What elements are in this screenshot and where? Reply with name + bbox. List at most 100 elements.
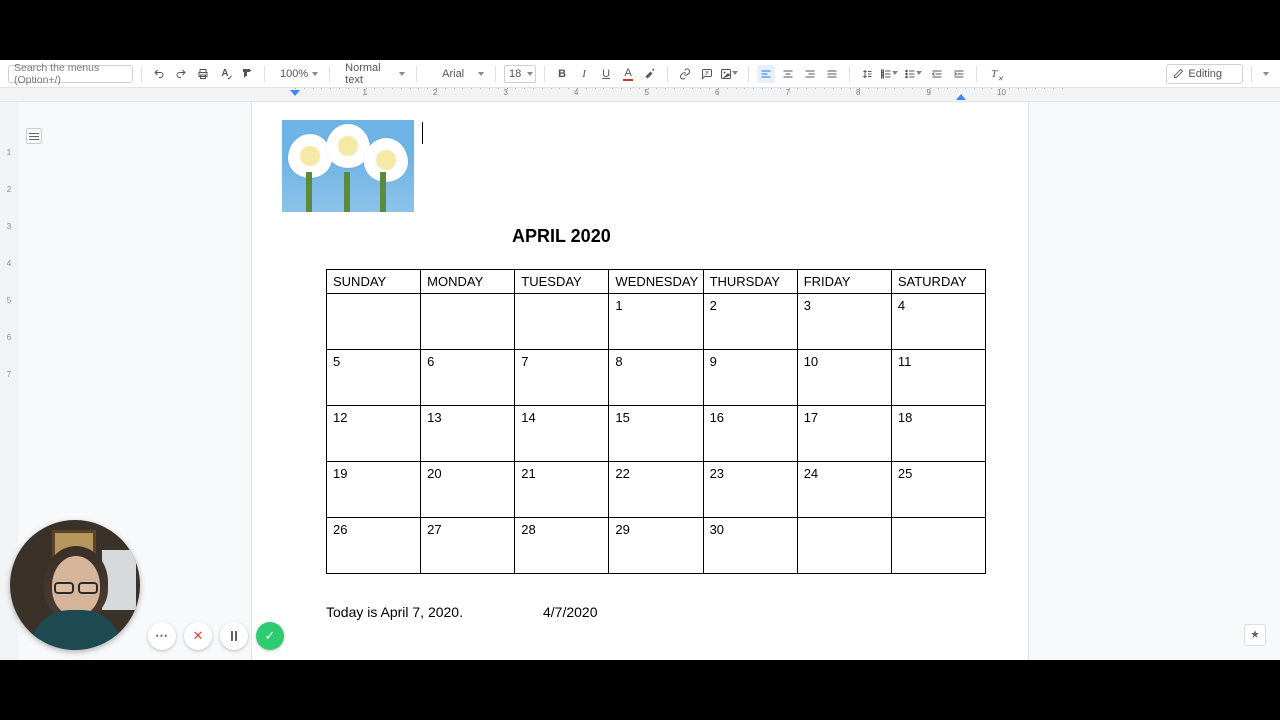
more-options-button[interactable]: ⋯: [148, 622, 176, 650]
horizontal-ruler[interactable]: 12345678910: [0, 88, 1280, 102]
bold-button[interactable]: B: [553, 65, 571, 83]
clear-formatting-button[interactable]: T✕: [985, 65, 1003, 83]
calendar-cell[interactable]: 2: [703, 294, 797, 350]
calendar-cell[interactable]: 19: [327, 462, 421, 518]
calendar-row: 12131415161718: [327, 406, 986, 462]
calendar-cell[interactable]: 16: [703, 406, 797, 462]
calendar-header-cell[interactable]: TUESDAY: [515, 270, 609, 294]
vruler-mark: 3: [7, 222, 11, 231]
calendar-header-cell[interactable]: SATURDAY: [891, 270, 985, 294]
line-spacing-button[interactable]: [858, 65, 876, 83]
calendar-cell[interactable]: 22: [609, 462, 703, 518]
insert-image-button[interactable]: [720, 65, 740, 83]
align-left-button[interactable]: [757, 65, 775, 83]
document-outline-button[interactable]: [26, 128, 42, 144]
align-center-button[interactable]: [779, 65, 797, 83]
undo-button[interactable]: [150, 65, 168, 83]
text-color-button[interactable]: A: [619, 65, 637, 83]
calendar-cell[interactable]: 23: [703, 462, 797, 518]
calendar-cell[interactable]: 14: [515, 406, 609, 462]
calendar-cell[interactable]: 25: [891, 462, 985, 518]
header-image-daffodils[interactable]: [282, 120, 414, 212]
calendar-header-cell[interactable]: THURSDAY: [703, 270, 797, 294]
calendar-cell[interactable]: [797, 518, 891, 574]
zoom-select[interactable]: 100%: [273, 65, 321, 83]
calendar-cell[interactable]: [327, 294, 421, 350]
ellipsis-icon: ⋯: [155, 628, 169, 644]
redo-button[interactable]: [172, 65, 190, 83]
style-select[interactable]: Normal text: [338, 65, 408, 83]
calendar-cell[interactable]: 27: [421, 518, 515, 574]
calendar-cell[interactable]: 20: [421, 462, 515, 518]
align-right-button[interactable]: [801, 65, 819, 83]
collapse-menu-button[interactable]: [1260, 72, 1272, 76]
calendar-cell[interactable]: 13: [421, 406, 515, 462]
align-justify-button[interactable]: [823, 65, 841, 83]
document-page[interactable]: APRIL 2020 SUNDAYMONDAYTUESDAYWEDNESDAYT…: [252, 102, 1028, 660]
explore-button[interactable]: [1244, 624, 1266, 646]
calendar-cell[interactable]: 28: [515, 518, 609, 574]
insert-comment-button[interactable]: [698, 65, 716, 83]
calendar-header-cell[interactable]: FRIDAY: [797, 270, 891, 294]
calendar-cell[interactable]: 8: [609, 350, 703, 406]
calendar-cell[interactable]: 1: [609, 294, 703, 350]
font-value: Arial: [442, 68, 464, 80]
paint-format-button[interactable]: [238, 65, 256, 83]
calendar-cell[interactable]: [515, 294, 609, 350]
underline-button[interactable]: U: [597, 65, 615, 83]
calendar-cell[interactable]: 9: [703, 350, 797, 406]
print-button[interactable]: [194, 65, 212, 83]
calendar-cell[interactable]: 11: [891, 350, 985, 406]
font-size-select[interactable]: 18: [504, 65, 536, 83]
italic-button[interactable]: I: [575, 65, 593, 83]
font-select[interactable]: Arial: [425, 65, 487, 83]
separator: [544, 66, 545, 82]
separator: [264, 66, 265, 82]
calendar-row: 1234: [327, 294, 986, 350]
check-icon: ✓: [265, 628, 276, 644]
menu-search-input[interactable]: Search the menus (Option+/): [8, 65, 133, 83]
calendar-cell[interactable]: 18: [891, 406, 985, 462]
calendar-cell[interactable]: 24: [797, 462, 891, 518]
calendar-cell[interactable]: 10: [797, 350, 891, 406]
checklist-button[interactable]: [880, 65, 900, 83]
calendar-cell[interactable]: 17: [797, 406, 891, 462]
mode-label: Editing: [1188, 68, 1222, 80]
pencil-icon: [1173, 68, 1184, 79]
recording-overlay: ⋯ ✕ ✓: [10, 520, 284, 650]
calendar-cell[interactable]: 29: [609, 518, 703, 574]
calendar-cell[interactable]: 15: [609, 406, 703, 462]
calendar-cell[interactable]: 30: [703, 518, 797, 574]
calendar-cell[interactable]: 3: [797, 294, 891, 350]
decrease-indent-button[interactable]: [928, 65, 946, 83]
calendar-cell[interactable]: 7: [515, 350, 609, 406]
highlight-button[interactable]: [641, 65, 659, 83]
insert-link-button[interactable]: [676, 65, 694, 83]
separator: [667, 66, 668, 82]
calendar-cell[interactable]: 21: [515, 462, 609, 518]
calendar-header-cell[interactable]: SUNDAY: [327, 270, 421, 294]
bulleted-list-button[interactable]: [904, 65, 924, 83]
finish-recording-button[interactable]: ✓: [256, 622, 284, 650]
style-value: Normal text: [345, 62, 395, 86]
calendar-cell[interactable]: 4: [891, 294, 985, 350]
calendar-table[interactable]: SUNDAYMONDAYTUESDAYWEDNESDAYTHURSDAYFRID…: [326, 269, 986, 574]
calendar-cell[interactable]: [421, 294, 515, 350]
first-line-indent-marker[interactable]: [290, 90, 300, 96]
calendar-cell[interactable]: 26: [327, 518, 421, 574]
text-cursor: [422, 122, 423, 144]
pause-recording-button[interactable]: [220, 622, 248, 650]
increase-indent-button[interactable]: [950, 65, 968, 83]
calendar-header-cell[interactable]: MONDAY: [421, 270, 515, 294]
calendar-header-cell[interactable]: WEDNESDAY: [609, 270, 703, 294]
calendar-cell[interactable]: 6: [421, 350, 515, 406]
calendar-cell[interactable]: 5: [327, 350, 421, 406]
cancel-recording-button[interactable]: ✕: [184, 622, 212, 650]
webcam-bubble[interactable]: [10, 520, 140, 650]
vruler-mark: 5: [7, 296, 11, 305]
right-indent-marker[interactable]: [956, 94, 966, 100]
mode-select[interactable]: Editing: [1166, 64, 1243, 84]
calendar-cell[interactable]: [891, 518, 985, 574]
calendar-cell[interactable]: 12: [327, 406, 421, 462]
spellcheck-button[interactable]: A✓: [216, 65, 234, 83]
